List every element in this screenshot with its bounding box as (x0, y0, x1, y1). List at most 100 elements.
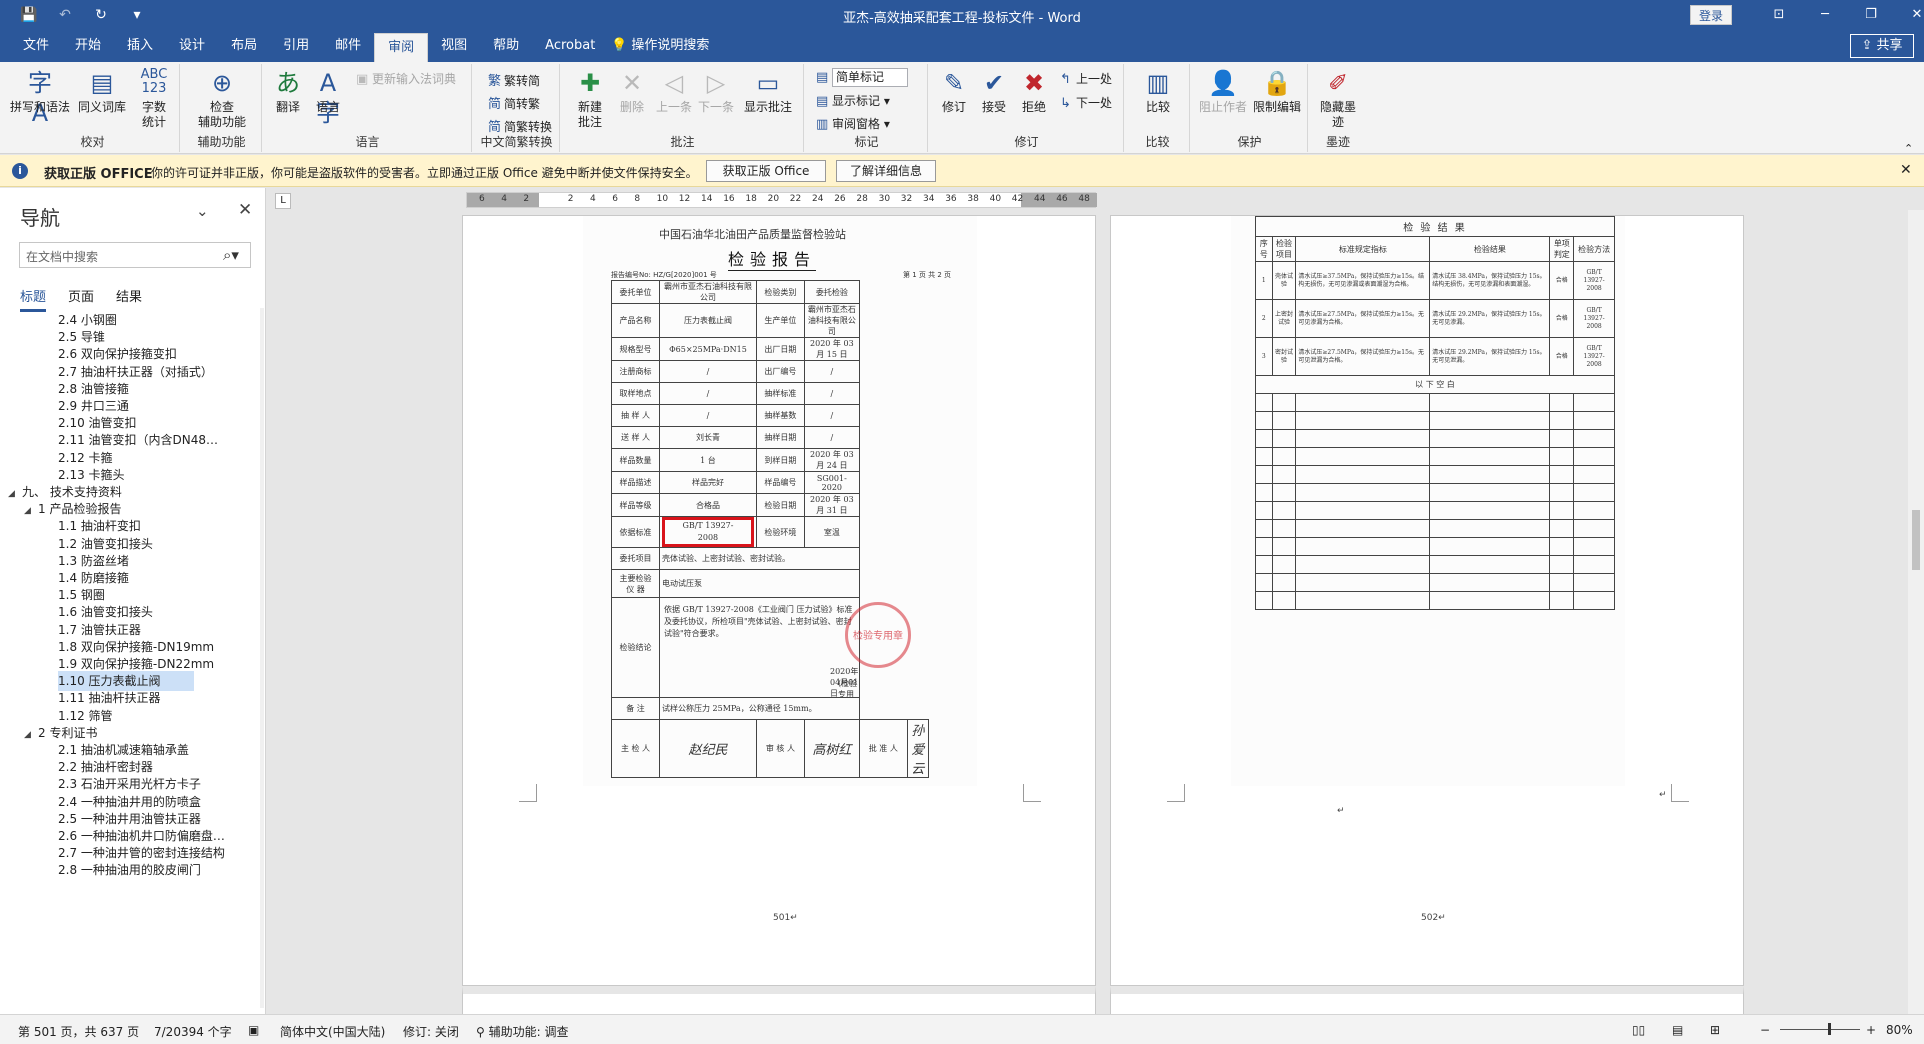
results-empty-cell (1549, 483, 1575, 502)
nav-heading-item[interactable]: 2.8 一种抽油用的胶皮闸门 (58, 860, 201, 880)
tab-5[interactable]: 引用 (270, 30, 322, 62)
customize-qat-icon[interactable]: ▾ (126, 4, 148, 26)
results-cell: 清水试压 29.2MPa，保持试验压力 15s。无可见泄漏。 (1429, 337, 1551, 376)
nav-tab-2[interactable]: 结果 (116, 286, 142, 312)
trad-to-simp-button[interactable]: 繁繁转简 (488, 70, 540, 89)
save-icon[interactable]: 💾 (18, 4, 40, 26)
zoom-out-icon[interactable]: − (1760, 1023, 1770, 1037)
login-button[interactable]: 登录 (1690, 5, 1732, 25)
report-cell: / (803, 404, 860, 427)
tab-9[interactable]: 帮助 (480, 30, 532, 62)
track-changes-status[interactable]: 修订: 关闭 (403, 1023, 459, 1040)
prev-comment-button[interactable]: ◁ 上一条 (654, 68, 694, 115)
show-markup-button[interactable]: ▤ 显示标记 ▾ (816, 92, 890, 109)
web-layout-icon[interactable]: ⊞ (1710, 1023, 1720, 1037)
simp-to-trad-button[interactable]: 简简转繁 (488, 93, 540, 112)
page-count[interactable]: 第 501 页，共 637 页 (18, 1023, 139, 1040)
zoom-slider-thumb[interactable] (1828, 1023, 1831, 1035)
block-authors-button[interactable]: 👤 阻止作者 (1198, 68, 1248, 115)
search-icon[interactable]: ⌕▾ (223, 246, 239, 264)
tell-me-search[interactable]: 💡 操作说明搜索 (611, 30, 709, 62)
tab-8[interactable]: 视图 (428, 30, 480, 62)
ribbon-display-options-icon[interactable]: ⊡ (1756, 0, 1802, 30)
spelling-grammar-button[interactable]: 字A 拼写和语法 (10, 68, 70, 127)
zoom-level[interactable]: 80% (1886, 1023, 1913, 1037)
results-empty-cell (1255, 411, 1273, 430)
close-message-icon[interactable]: ✕ (1900, 162, 1912, 178)
reject-button[interactable]: ✖ 拒绝 (1014, 68, 1054, 115)
get-genuine-button[interactable]: 获取正版 Office (706, 160, 826, 182)
ruler-tick-label: 40 (989, 194, 1002, 204)
tab-0[interactable]: 文件 (10, 30, 62, 62)
scroll-thumb[interactable] (1912, 510, 1920, 570)
tab-3[interactable]: 设计 (166, 30, 218, 62)
collapse-triangle-icon[interactable]: ◢ (8, 484, 22, 502)
check-accessibility-button[interactable]: ⊕ 检查 辅助功能 (188, 68, 256, 130)
next-change-button[interactable]: ↳ 下一处 (1060, 94, 1112, 111)
accept-button[interactable]: ✔ 接受 (974, 68, 1014, 115)
results-empty-cell (1295, 573, 1431, 592)
nav-close-icon[interactable]: ✕ (238, 200, 252, 220)
translate-button[interactable]: あ翻译 (270, 68, 306, 115)
info-icon: i (12, 163, 28, 179)
tab-selector[interactable]: L (275, 193, 291, 209)
zoom-slider[interactable] (1780, 1029, 1860, 1030)
update-ime-button[interactable]: ▣ 更新输入法词典 (356, 70, 456, 87)
word-count-button[interactable]: ABC 123 字数 统计 (134, 68, 174, 130)
tab-7[interactable]: 审阅 (374, 33, 429, 62)
markup-select[interactable]: ▤ 简单标记 (816, 68, 908, 87)
zoom-in-icon[interactable]: + (1866, 1023, 1876, 1037)
nav-title: 导航 (20, 206, 60, 230)
close-icon[interactable]: ✕ (1894, 0, 1924, 30)
review-pane-label: 审阅窗格 (832, 117, 881, 131)
results-empty-cell (1573, 483, 1615, 502)
tab-1[interactable]: 开始 (62, 30, 114, 62)
report-cell: 出厂编号 (755, 360, 805, 383)
vertical-scrollbar[interactable] (1908, 210, 1924, 1014)
nav-options-icon[interactable]: ⌄ (196, 202, 209, 220)
learn-more-button[interactable]: 了解详细信息 (836, 160, 936, 182)
word-count[interactable]: 7/20394 个字 (154, 1023, 232, 1040)
tell-me-label: 操作说明搜索 (631, 38, 710, 53)
results-empty-cell (1429, 411, 1551, 430)
collapse-triangle-icon[interactable]: ◢ (24, 725, 38, 743)
restore-icon[interactable]: ❐ (1848, 0, 1894, 30)
nav-tab-0[interactable]: 标题 (20, 286, 47, 312)
review-pane-button[interactable]: ▥ 审阅窗格 ▾ (816, 115, 890, 132)
show-comments-label: 显示批注 (743, 100, 792, 114)
nav-scrollbar[interactable] (260, 308, 264, 1008)
new-comment-button[interactable]: ✚ 新建 批注 (570, 68, 610, 130)
delete-comment-button[interactable]: ✕ 删除 (612, 68, 652, 115)
language-button[interactable]: A字 语言 (310, 68, 346, 127)
nav-tab-1[interactable]: 页面 (68, 286, 94, 312)
ruler-tick-label: 2 (523, 194, 530, 204)
refresh-icon[interactable]: ↻ (90, 4, 112, 26)
results-empty-cell (1573, 555, 1615, 574)
show-comments-button[interactable]: ▭ 显示批注 (740, 68, 796, 115)
language-status[interactable]: 简体中文(中国大陆) (280, 1023, 385, 1040)
restrict-editing-button[interactable]: 🔒 限制编辑 (1250, 68, 1304, 115)
nav-search-input[interactable]: 在文档中搜索 ⌕▾ (19, 242, 251, 268)
track-changes-button[interactable]: ✎ 修订 (934, 68, 974, 115)
tab-6[interactable]: 邮件 (322, 30, 374, 62)
hide-ink-button[interactable]: ✐ 隐藏墨 迹 (1314, 68, 1362, 130)
accessibility-status[interactable]: ⚲ 辅助功能: 调查 (476, 1023, 568, 1040)
next-comment-button[interactable]: ▷ 下一条 (696, 68, 736, 115)
tab-4[interactable]: 布局 (218, 30, 270, 62)
track-changes-icon: ✎ (943, 69, 965, 97)
minimize-icon[interactable]: ─ (1802, 0, 1848, 30)
prev-change-button[interactable]: ↰ 上一处 (1060, 70, 1112, 87)
proofing-status-icon[interactable]: ▣ (248, 1023, 259, 1037)
tab-10[interactable]: Acrobat (532, 30, 608, 62)
results-cell: GB/T 13927-2008 (1573, 337, 1615, 376)
compare-button[interactable]: ▥ 比较 (1136, 68, 1180, 115)
tab-2[interactable]: 插入 (114, 30, 166, 62)
collapse-ribbon-icon[interactable]: ⌃ (1904, 142, 1913, 155)
ruler-tick-label: 22 (789, 194, 802, 204)
print-layout-icon[interactable]: ▤ (1672, 1023, 1683, 1037)
share-button[interactable]: ⇪ 共享 (1850, 34, 1914, 58)
collapse-triangle-icon[interactable]: ◢ (24, 501, 38, 519)
undo-icon[interactable]: ↶ (54, 4, 76, 26)
thesaurus-button[interactable]: ▤ 同义词库 (78, 68, 126, 115)
read-mode-icon[interactable]: ▯▯ (1632, 1023, 1645, 1037)
